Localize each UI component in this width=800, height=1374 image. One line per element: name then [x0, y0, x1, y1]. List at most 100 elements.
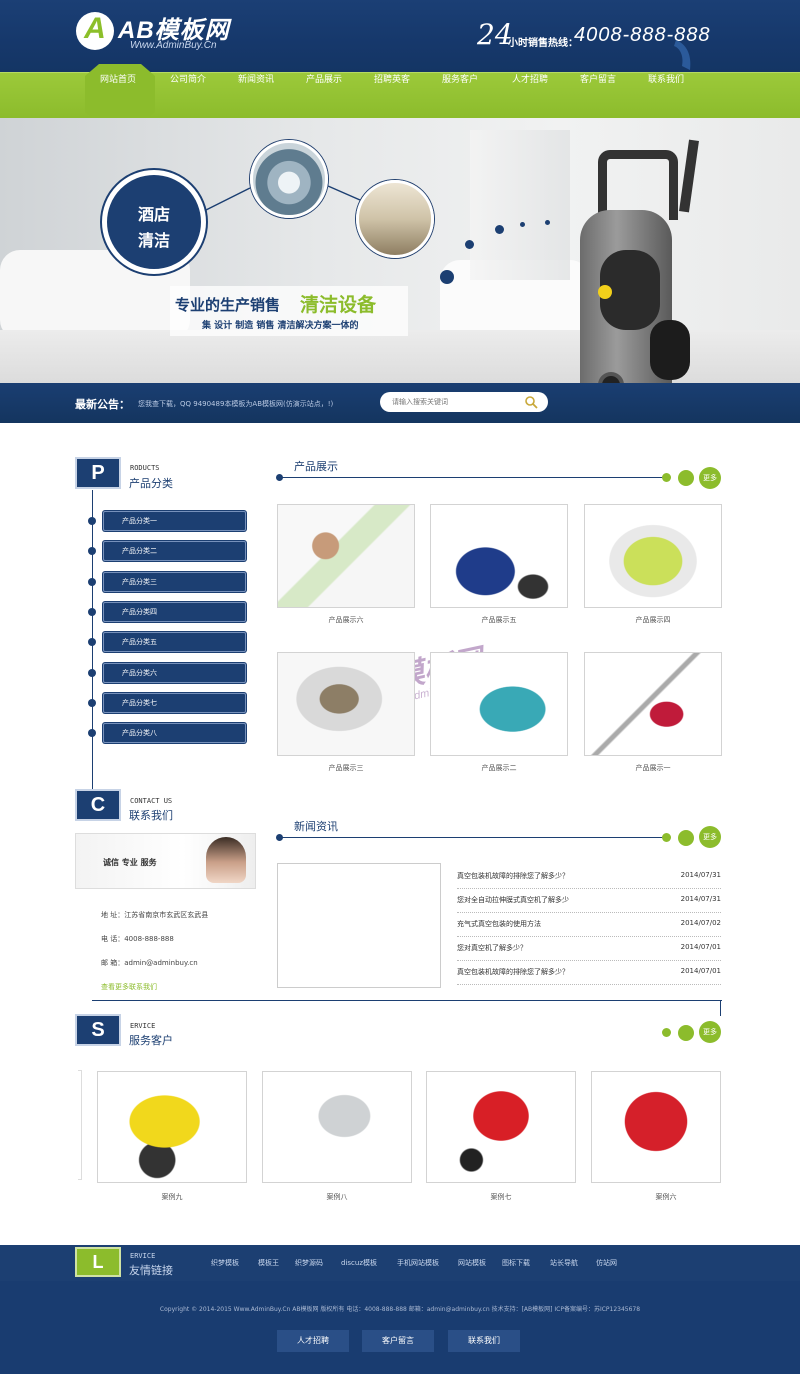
news-row[interactable]: 您对真空机了解多少？ 2014/07/01 — [457, 937, 721, 961]
service-case-caption[interactable]: 案例九 — [97, 1192, 247, 1202]
news-title[interactable]: 真空包装机故障的排除您了解多少？ — [457, 967, 569, 977]
nav-item-5[interactable]: 服务客户 — [426, 72, 494, 118]
service-section-en: ERVICE — [130, 1022, 156, 1030]
news-date: 2014/07/01 — [680, 943, 721, 951]
service-case-caption[interactable]: 案例八 — [262, 1192, 412, 1202]
service-more-button[interactable]: 更多 — [699, 1021, 721, 1043]
nav-item-2[interactable]: 新闻资讯 — [222, 72, 290, 118]
category-dot — [88, 668, 96, 677]
category-item[interactable]: 产品分类四 — [103, 601, 246, 622]
product-caption[interactable]: 产品展示一 — [584, 763, 722, 773]
service-case-card[interactable] — [426, 1071, 576, 1183]
machine-wheel — [650, 320, 690, 380]
nav-item-0[interactable]: 网站首页 — [84, 72, 152, 118]
heading-dot — [276, 834, 283, 841]
friend-link[interactable]: 模板王 — [258, 1258, 279, 1268]
banner-circle-line2: 清洁 — [137, 231, 170, 250]
news-row[interactable]: 您对全自动拉伸膜式真空机了解多少 2014/07/31 — [457, 889, 721, 913]
heading-dot — [662, 1028, 671, 1037]
contact-section-title: 联系我们 — [129, 809, 173, 822]
category-item[interactable]: 产品分类五 — [103, 632, 246, 653]
service-divider — [92, 1000, 722, 1001]
logo-icon[interactable]: A — [76, 12, 114, 50]
nav-item-8[interactable]: 联系我们 — [632, 72, 700, 118]
friend-link[interactable]: 手机网站模板 — [397, 1258, 439, 1268]
product-caption[interactable]: 产品展示六 — [277, 615, 415, 625]
service-case-card[interactable] — [97, 1071, 247, 1183]
news-row[interactable]: 真空包装机故障的排除您了解多少？ 2014/07/31 — [457, 865, 721, 889]
product-card[interactable] — [277, 652, 415, 756]
banner-window — [470, 130, 570, 280]
notice-marquee[interactable]: 您我查下载，QQ 9490489本模板为AB模板网(仿演示站点，!) — [138, 399, 333, 409]
news-heading: 新闻资讯 — [294, 820, 338, 833]
footer-button-1[interactable]: 客户留言 — [362, 1330, 434, 1352]
nav-item-3[interactable]: 产品展示 — [290, 72, 358, 118]
category-dot — [88, 547, 96, 556]
products-heading: 产品展示 — [294, 460, 338, 473]
footer-button-0[interactable]: 人才招聘 — [277, 1330, 349, 1352]
service-case-caption[interactable]: 案例六 — [591, 1192, 741, 1202]
product-card[interactable] — [584, 652, 722, 756]
category-item[interactable]: 产品分类一 — [103, 511, 246, 531]
news-title[interactable]: 真空包装机故障的排除您了解多少？ — [457, 871, 569, 881]
news-image — [277, 863, 441, 988]
product-caption[interactable]: 产品展示三 — [277, 763, 415, 773]
category-dot — [88, 698, 96, 707]
nav-item-7[interactable]: 客户留言 — [564, 72, 632, 118]
friend-link[interactable]: 网站模板 — [458, 1258, 486, 1268]
category-item[interactable]: 产品分类八 — [103, 723, 246, 744]
contact-more-link[interactable]: 查看更多联系我们 — [101, 982, 157, 992]
category-item[interactable]: 产品分类七 — [103, 692, 246, 713]
service-divider-end — [720, 1000, 721, 1016]
service-case-card[interactable] — [262, 1071, 412, 1183]
nav-item-4[interactable]: 招聘英客 — [358, 72, 426, 118]
banner-dot — [465, 240, 474, 249]
search-icon[interactable] — [524, 395, 538, 409]
category-item[interactable]: 产品分类三 — [103, 571, 246, 592]
banner-room-image — [356, 180, 434, 258]
product-card[interactable] — [430, 652, 568, 756]
news-more-button[interactable]: 更多 — [699, 826, 721, 848]
category-item[interactable]: 产品分类六 — [103, 662, 246, 683]
product-caption[interactable]: 产品展示四 — [584, 615, 722, 625]
product-caption[interactable]: 产品展示五 — [430, 615, 568, 625]
friend-link[interactable]: 站长导航 — [550, 1258, 578, 1268]
heading-dot — [678, 830, 694, 846]
product-caption[interactable]: 产品展示二 — [430, 763, 568, 773]
friend-link[interactable]: 图标下载 — [502, 1258, 530, 1268]
banner-dot — [495, 225, 504, 234]
banner-dot — [545, 220, 550, 225]
product-card[interactable] — [430, 504, 568, 608]
friend-link[interactable]: 织梦模板 — [211, 1258, 239, 1268]
nav-item-6[interactable]: 人才招聘 — [496, 72, 564, 118]
news-title[interactable]: 您对真空机了解多少？ — [457, 943, 527, 953]
news-title[interactable]: 您对全自动拉伸膜式真空机了解多少 — [457, 895, 569, 905]
friend-link[interactable]: 织梦源码 — [295, 1258, 323, 1268]
service-case-card[interactable] — [591, 1071, 721, 1183]
banner-slogan-highlight: 清洁设备 — [300, 294, 377, 316]
news-title[interactable]: 充气式真空包装的使用方法 — [457, 919, 541, 929]
friend-link[interactable]: 仿站网 — [596, 1258, 617, 1268]
machine-knob — [598, 285, 612, 299]
carousel-left-edge — [78, 1070, 82, 1180]
friend-link[interactable]: discuz模板 — [341, 1258, 377, 1268]
copyright: Copyright © 2014-2015 Www.AdminBuy.Cn AB… — [159, 1306, 641, 1313]
heading-dot — [662, 473, 671, 482]
category-item[interactable]: 产品分类二 — [103, 541, 246, 562]
heading-dot — [276, 474, 283, 481]
category-dot — [88, 607, 96, 616]
heading-dot — [678, 1025, 694, 1041]
contact-section-letter: C — [75, 789, 121, 821]
product-card[interactable] — [584, 504, 722, 608]
news-row[interactable]: 充气式真空包装的使用方法 2014/07/02 — [457, 913, 721, 937]
search-input[interactable] — [392, 392, 522, 412]
footer-button-2[interactable]: 联系我们 — [448, 1330, 520, 1352]
products-section-letter: P — [75, 457, 121, 489]
product-card[interactable] — [277, 504, 415, 608]
logo-mark-letter: A — [84, 12, 106, 45]
banner-dot — [520, 222, 525, 227]
service-case-caption[interactable]: 案例七 — [426, 1192, 576, 1202]
news-row[interactable]: 真空包装机故障的排除您了解多少？ 2014/07/01 — [457, 961, 721, 985]
nav-item-1[interactable]: 公司简介 — [154, 72, 222, 118]
products-more-button[interactable]: 更多 — [699, 467, 721, 489]
